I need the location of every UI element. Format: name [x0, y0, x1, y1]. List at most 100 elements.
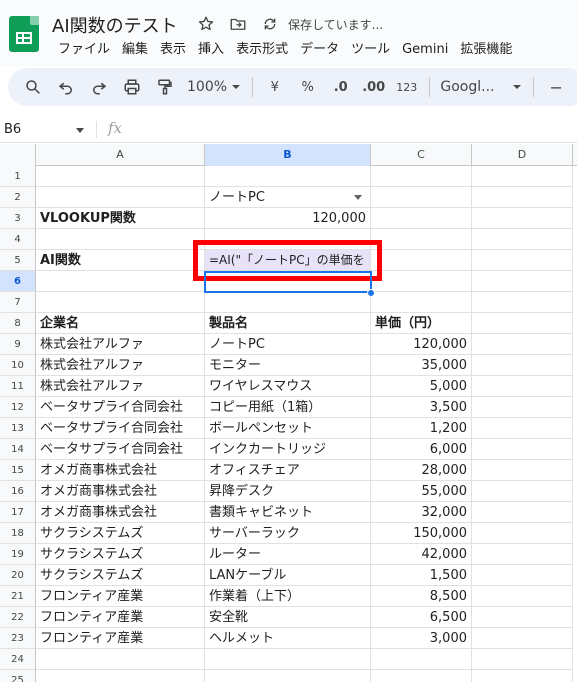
row-header[interactable]: 21	[0, 586, 36, 607]
row-header[interactable]: 3	[0, 208, 36, 229]
cell-d[interactable]	[472, 628, 573, 649]
cell-d[interactable]	[472, 418, 573, 439]
cell-d[interactable]	[472, 313, 573, 334]
cell-a[interactable]: オメガ商事株式会社	[36, 460, 205, 481]
row-header[interactable]: 25	[0, 670, 36, 682]
cell-b[interactable]: モニター	[205, 355, 371, 376]
cell-a[interactable]: 株式会社アルファ	[36, 376, 205, 397]
cell-d[interactable]	[472, 208, 573, 229]
redo-icon[interactable]	[88, 74, 110, 100]
sheets-logo-icon[interactable]	[9, 16, 39, 52]
row-header[interactable]: 2	[0, 187, 36, 208]
cell-c[interactable]: 単価（円）	[371, 313, 472, 334]
cell-b[interactable]: 安全靴	[205, 607, 371, 628]
font-select[interactable]: Googl...	[440, 79, 522, 95]
cell-a[interactable]: ベータサプライ合同会社	[36, 418, 205, 439]
row-header[interactable]: 13	[0, 418, 36, 439]
cell-b[interactable]: サーバーラック	[205, 523, 371, 544]
row-header[interactable]: 7	[0, 292, 36, 313]
cell-b[interactable]: 作業着（上下）	[205, 586, 371, 607]
search-icon[interactable]	[22, 74, 44, 100]
cell-b[interactable]: インクカートリッジ	[205, 439, 371, 460]
menu-extensions[interactable]: 拡張機能	[454, 40, 518, 60]
cell-b[interactable]: 製品名	[205, 313, 371, 334]
zoom-select[interactable]: 100%	[187, 79, 241, 95]
currency-button[interactable]: ¥	[264, 74, 286, 100]
cell-d[interactable]	[472, 502, 573, 523]
cell-d[interactable]	[472, 292, 573, 313]
chevron-down-icon[interactable]	[354, 195, 362, 200]
cell-c[interactable]	[371, 229, 472, 250]
row-header[interactable]: 14	[0, 439, 36, 460]
cell-b[interactable]: 書類キャビネット	[205, 502, 371, 523]
column-header-d[interactable]: D	[472, 144, 573, 166]
number-format-button[interactable]: 123	[396, 74, 418, 100]
cell-c[interactable]	[371, 166, 472, 187]
cell-c[interactable]: 150,000	[371, 523, 472, 544]
cell-a[interactable]: オメガ商事株式会社	[36, 502, 205, 523]
cell-a[interactable]: 企業名	[36, 313, 205, 334]
cell-a[interactable]: 株式会社アルファ	[36, 355, 205, 376]
column-header-c[interactable]: C	[371, 144, 472, 166]
paint-format-icon[interactable]	[154, 74, 176, 100]
cell-c[interactable]	[371, 649, 472, 670]
cell-c[interactable]: 6,000	[371, 439, 472, 460]
cell-a[interactable]	[36, 292, 205, 313]
cell-d[interactable]	[472, 544, 573, 565]
cell-b[interactable]: 昇降デスク	[205, 481, 371, 502]
menu-edit[interactable]: 編集	[116, 40, 154, 60]
cell-a[interactable]: オメガ商事株式会社	[36, 481, 205, 502]
cell-d[interactable]	[472, 439, 573, 460]
menu-file[interactable]: ファイル	[52, 40, 116, 60]
percent-button[interactable]: %	[297, 74, 319, 100]
decrease-font-size-button[interactable]: −	[545, 74, 567, 100]
cell-b[interactable]	[205, 229, 371, 250]
cell-a[interactable]: フロンティア産業	[36, 607, 205, 628]
cell-d[interactable]	[472, 523, 573, 544]
row-header[interactable]: 22	[0, 607, 36, 628]
cell-d[interactable]	[472, 376, 573, 397]
cell-d[interactable]	[472, 607, 573, 628]
menu-insert[interactable]: 挿入	[192, 40, 230, 60]
menu-format[interactable]: 表示形式	[230, 40, 294, 60]
row-header[interactable]: 10	[0, 355, 36, 376]
cell-b[interactable]: ノートPC	[205, 334, 371, 355]
cell-c[interactable]	[371, 670, 472, 682]
cell-c[interactable]: 1,200	[371, 418, 472, 439]
cell-d[interactable]	[472, 166, 573, 187]
cell-a[interactable]	[36, 649, 205, 670]
cell-a[interactable]: ベータサプライ合同会社	[36, 397, 205, 418]
cell-c[interactable]: 42,000	[371, 544, 472, 565]
row-header[interactable]: 12	[0, 397, 36, 418]
cell-a[interactable]: ベータサプライ合同会社	[36, 439, 205, 460]
row-header[interactable]: 19	[0, 544, 36, 565]
row-header[interactable]: 17	[0, 502, 36, 523]
fill-handle[interactable]	[367, 289, 375, 297]
row-header[interactable]: 8	[0, 313, 36, 334]
cell-c[interactable]: 5,000	[371, 376, 472, 397]
cell-b[interactable]	[205, 166, 371, 187]
cell-b[interactable]: ルーター	[205, 544, 371, 565]
cell-c[interactable]: 6,500	[371, 607, 472, 628]
cell-b[interactable]: 120,000	[205, 208, 371, 229]
cell-c[interactable]: 3,000	[371, 628, 472, 649]
cell-d[interactable]	[472, 460, 573, 481]
cell-d[interactable]	[472, 250, 573, 271]
column-header-a[interactable]: A	[36, 144, 205, 166]
print-icon[interactable]	[121, 74, 143, 100]
move-folder-icon[interactable]	[228, 14, 248, 34]
cell-d[interactable]	[472, 670, 573, 682]
row-header[interactable]: 16	[0, 481, 36, 502]
cell-b[interactable]: ワイヤレスマウス	[205, 376, 371, 397]
name-box[interactable]: B6	[4, 120, 88, 140]
cell-d[interactable]	[472, 187, 573, 208]
increase-decimal-button[interactable]: .00	[362, 74, 385, 100]
cell-b[interactable]	[205, 670, 371, 682]
cell-c[interactable]	[371, 250, 472, 271]
row-header[interactable]: 23	[0, 628, 36, 649]
cell-c[interactable]	[371, 271, 472, 292]
row-header[interactable]: 5	[0, 250, 36, 271]
document-title[interactable]: AI関数のテスト	[52, 12, 178, 38]
cell-d[interactable]	[472, 481, 573, 502]
cell-b[interactable]	[205, 292, 371, 313]
